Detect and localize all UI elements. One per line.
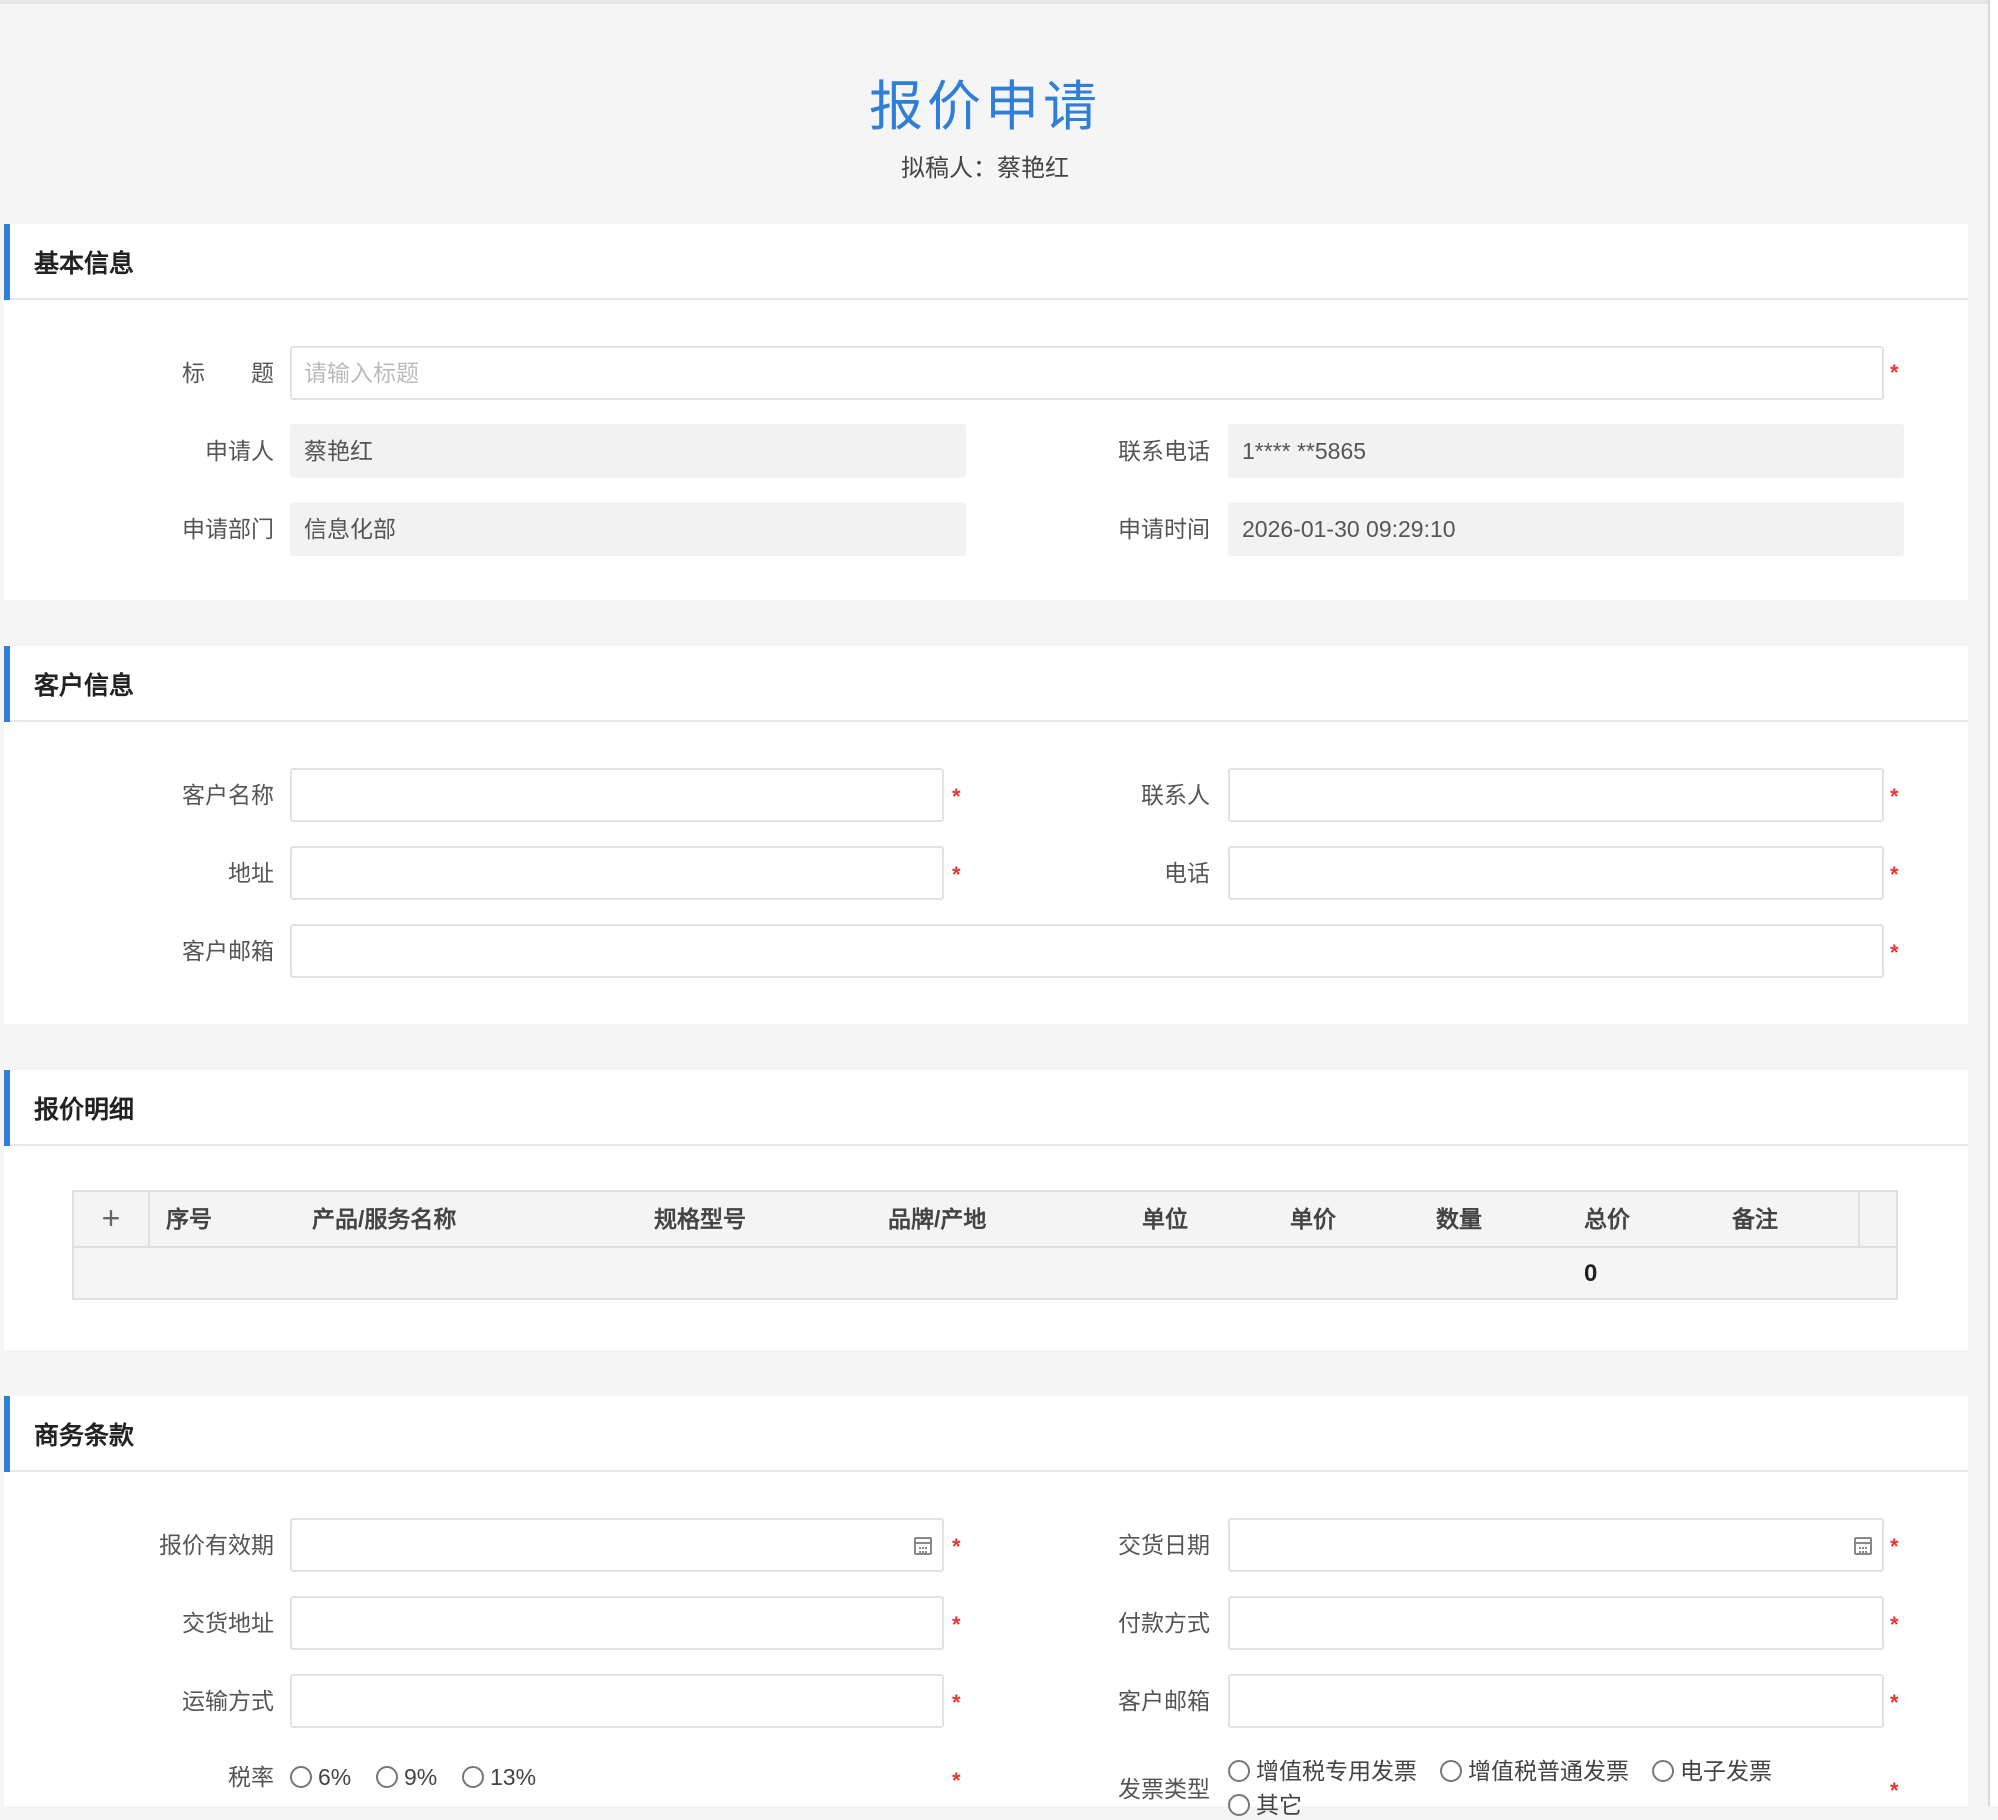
time-label: 申请时间 bbox=[1118, 516, 1210, 542]
address-input[interactable] bbox=[290, 846, 944, 900]
col-unit: 单位 bbox=[1142, 1206, 1188, 1232]
phone-field: 1**** **5865 bbox=[1228, 424, 1904, 478]
payment-label: 付款方式 bbox=[1118, 1610, 1210, 1636]
required-mark: * bbox=[1890, 784, 1899, 809]
tax-option-label: 9% bbox=[404, 1764, 438, 1790]
customer-email-input[interactable] bbox=[290, 924, 1884, 978]
transport-input[interactable] bbox=[290, 1674, 944, 1728]
delivery-address-label: 交货地址 bbox=[182, 1610, 274, 1636]
header-divider bbox=[1858, 1192, 1860, 1246]
address-label: 地址 bbox=[228, 860, 274, 886]
customer-phone-input[interactable] bbox=[1228, 846, 1884, 900]
tax-9-radio[interactable] bbox=[376, 1766, 398, 1788]
tax-rate-label: 税率 bbox=[228, 1764, 274, 1790]
col-unit-price: 单价 bbox=[1290, 1206, 1336, 1232]
title-placeholder: 请输入标题 bbox=[304, 360, 419, 386]
top-border bbox=[0, 0, 1998, 4]
table-header: + 序号 产品/服务名称 规格型号 品牌/产地 单位 单价 数量 总价 备注 bbox=[74, 1192, 1896, 1248]
invoice-option-label: 电子发票 bbox=[1680, 1758, 1772, 1784]
required-mark: * bbox=[1890, 1690, 1899, 1715]
delivery-date-input[interactable] bbox=[1228, 1518, 1884, 1572]
col-remark: 备注 bbox=[1732, 1206, 1778, 1232]
col-brand: 品牌/产地 bbox=[888, 1206, 987, 1232]
required-mark: * bbox=[1890, 1612, 1899, 1637]
invoice-other-radio[interactable] bbox=[1228, 1794, 1250, 1816]
section-accent-bar bbox=[4, 224, 10, 300]
validity-label: 报价有效期 bbox=[159, 1532, 274, 1558]
col-index: 序号 bbox=[166, 1206, 212, 1232]
col-spec: 规格型号 bbox=[654, 1206, 746, 1232]
time-field: 2026-01-30 09:29:10 bbox=[1228, 502, 1904, 556]
title-input[interactable]: 请输入标题 bbox=[290, 346, 1884, 400]
delivery-date-label: 交货日期 bbox=[1118, 1532, 1210, 1558]
section-title: 报价明细 bbox=[34, 1096, 135, 1124]
invoice-option-label: 增值税专用发票 bbox=[1256, 1758, 1417, 1784]
terms-email-input[interactable] bbox=[1228, 1674, 1884, 1728]
col-product-name: 产品/服务名称 bbox=[312, 1206, 457, 1232]
col-total-price: 总价 bbox=[1584, 1206, 1630, 1232]
title-label: 标 题 bbox=[182, 360, 274, 386]
customer-info-header: 客户信息 bbox=[4, 646, 1968, 722]
required-mark: * bbox=[1890, 940, 1899, 965]
business-terms-header: 商务条款 bbox=[4, 1396, 1968, 1472]
total-value: 0 bbox=[1584, 1260, 1598, 1287]
validity-date-input[interactable] bbox=[290, 1518, 944, 1572]
tax-6-radio[interactable] bbox=[290, 1766, 312, 1788]
invoice-electronic-radio[interactable] bbox=[1652, 1760, 1674, 1782]
section-title: 客户信息 bbox=[34, 672, 135, 700]
section-title: 基本信息 bbox=[34, 250, 135, 278]
invoice-type-label: 发票类型 bbox=[1118, 1776, 1210, 1802]
customer-phone-label: 电话 bbox=[1164, 860, 1210, 886]
contact-label: 联系人 bbox=[1141, 782, 1210, 808]
section-accent-bar bbox=[4, 646, 10, 722]
section-accent-bar bbox=[4, 1396, 10, 1472]
required-mark: * bbox=[1890, 1778, 1899, 1803]
payment-input[interactable] bbox=[1228, 1596, 1884, 1650]
dept-field: 信息化部 bbox=[290, 502, 966, 556]
customer-email-label: 客户邮箱 bbox=[182, 938, 274, 964]
required-mark: * bbox=[1890, 862, 1899, 887]
contact-input[interactable] bbox=[1228, 768, 1884, 822]
phone-label: 联系电话 bbox=[1118, 438, 1210, 464]
invoice-vat-special-radio[interactable] bbox=[1228, 1760, 1250, 1782]
applicant-label: 申请人 bbox=[205, 438, 274, 464]
drafter-label: 拟稿人：蔡艳红 bbox=[901, 155, 1069, 182]
calendar-icon[interactable] bbox=[914, 1537, 932, 1555]
quote-detail-header: 报价明细 bbox=[4, 1070, 1968, 1146]
basic-info-header: 基本信息 bbox=[4, 224, 1968, 300]
tax-option-label: 13% bbox=[490, 1764, 537, 1790]
scrollbar[interactable] bbox=[1988, 0, 1998, 1806]
invoice-vat-normal-radio[interactable] bbox=[1440, 1760, 1462, 1782]
add-row-button[interactable]: + bbox=[74, 1192, 150, 1246]
calendar-icon[interactable] bbox=[1854, 1537, 1872, 1555]
delivery-address-input[interactable] bbox=[290, 1596, 944, 1650]
invoice-option-label: 其它 bbox=[1256, 1792, 1302, 1818]
applicant-field: 蔡艳红 bbox=[290, 424, 966, 478]
dept-label: 申请部门 bbox=[182, 516, 274, 542]
col-quantity: 数量 bbox=[1436, 1206, 1482, 1232]
page-title: 报价申请 bbox=[869, 77, 1101, 137]
transport-label: 运输方式 bbox=[182, 1688, 274, 1714]
section-title: 商务条款 bbox=[34, 1422, 135, 1450]
tax-option-label: 6% bbox=[318, 1764, 352, 1790]
invoice-option-label: 增值税普通发票 bbox=[1468, 1758, 1629, 1784]
tax-13-radio[interactable] bbox=[462, 1766, 484, 1788]
required-mark: * bbox=[1890, 360, 1899, 385]
terms-email-label: 客户邮箱 bbox=[1118, 1688, 1210, 1714]
customer-name-label: 客户名称 bbox=[182, 782, 274, 808]
quote-detail-table: + 序号 产品/服务名称 规格型号 品牌/产地 单位 单价 数量 总价 备注 0 bbox=[72, 1190, 1898, 1300]
section-accent-bar bbox=[4, 1070, 10, 1146]
customer-name-input[interactable] bbox=[290, 768, 944, 822]
required-mark: * bbox=[1890, 1534, 1899, 1559]
